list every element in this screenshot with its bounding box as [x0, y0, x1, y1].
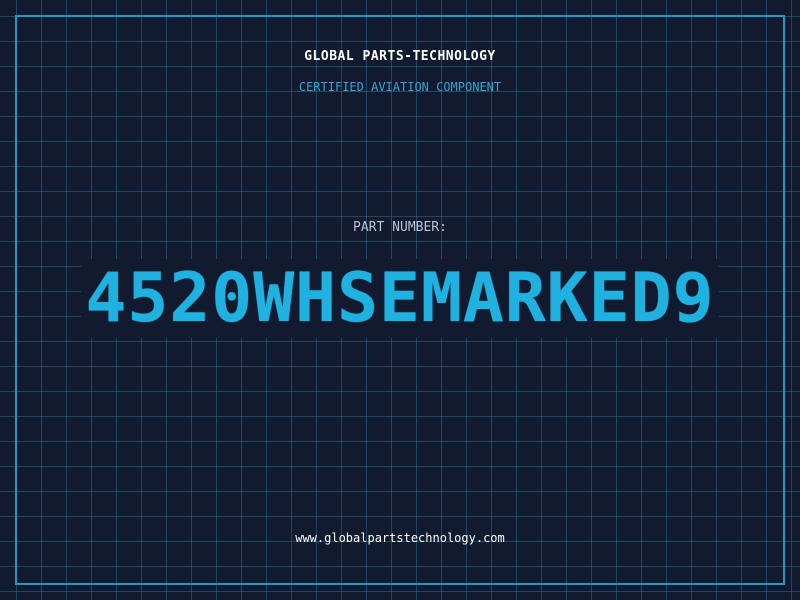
certification-tagline: CERTIFIED AVIATION COMPONENT	[298, 80, 502, 94]
part-number-label: PART NUMBER:	[353, 220, 447, 235]
company-name: GLOBAL PARTS-TECHNOLOGY	[304, 49, 496, 64]
label-canvas: GLOBAL PARTS-TECHNOLOGY CERTIFIED AVIATI…	[0, 0, 800, 600]
part-number-value: 4520WHSEMARKED9	[0, 259, 800, 338]
website-url: www.globalpartstechnology.com	[295, 531, 505, 545]
part-number-text: 4520WHSEMARKED9	[81, 259, 719, 338]
